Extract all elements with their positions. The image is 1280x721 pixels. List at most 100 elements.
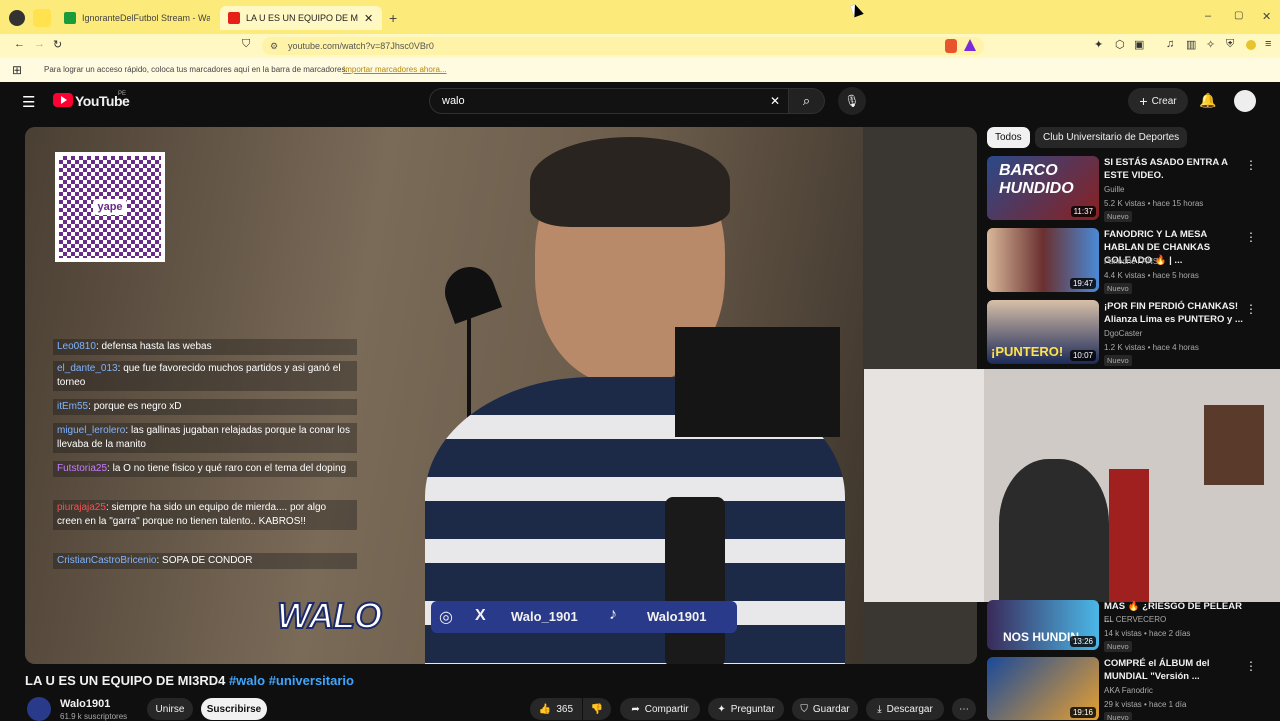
browser-menu-icon[interactable] — [9, 10, 25, 26]
wall — [864, 369, 984, 602]
url-field[interactable]: ⚙ youtube.com/watch?v=87Jhsc0VBr0 — [262, 37, 984, 55]
ask-label: Preguntar — [730, 703, 775, 715]
minimize-icon[interactable]: – — [1205, 10, 1211, 22]
recommended-video[interactable]: 19:47 FANODRIC Y LA MESA HABLAN DE CHANK… — [987, 228, 1280, 294]
search-button[interactable]: ⌕ — [789, 88, 825, 114]
search-icon: ⌕ — [802, 93, 811, 108]
thumbnail-text: ¡PUNTERO! — [991, 344, 1064, 359]
wallet-icon[interactable] — [1246, 40, 1256, 50]
new-badge: Nuevo — [1104, 355, 1132, 366]
ai-icon[interactable]: ✧ — [1206, 38, 1215, 51]
notifications-bell-icon[interactable]: 🔔 — [1199, 92, 1216, 109]
qr-label: yape — [93, 199, 127, 215]
music-icon[interactable]: ♫ — [1166, 38, 1174, 50]
youtube-header: ☰ YouTube PE walo ✕ ⌕ 🎙 + Crear 🔔 — [0, 82, 1280, 122]
extension-puzzle-icon[interactable]: ✦ — [1094, 38, 1103, 51]
chat-text: defensa hasta las webas — [101, 341, 212, 352]
tab-favicon-icon — [64, 12, 76, 24]
channel-name[interactable]: Fanodric FANS — [1104, 257, 1158, 266]
bookmarks-hint: Para lograr un acceso rápido, coloca tus… — [44, 65, 348, 74]
site-info-icon[interactable]: ⚙ — [270, 37, 278, 55]
share-button[interactable]: ➦ Compartir — [620, 698, 700, 720]
video-title[interactable]: ¡POR FIN PERDIÓ CHANKAS! Alianza Lima es… — [1104, 300, 1244, 326]
extensions-icon[interactable]: ⬡ — [1115, 38, 1125, 51]
kebab-menu-icon[interactable]: ⋮ — [1245, 158, 1257, 172]
ask-button[interactable]: ✦ Preguntar — [708, 698, 784, 720]
new-tab-icon[interactable]: + — [389, 10, 397, 26]
save-button[interactable]: ⛉ Guardar — [792, 698, 858, 720]
chip-label: Todos — [995, 132, 1022, 143]
like-button[interactable]: 👍 365 — [530, 698, 582, 720]
import-bookmarks-link[interactable]: Importar marcadores ahora... — [343, 65, 447, 74]
new-badge: Nuevo — [1104, 712, 1132, 720]
channel-name[interactable]: Walo1901 — [60, 698, 110, 710]
video-thumbnail[interactable]: BARCO HUNDIDO 11:37 — [987, 156, 1099, 220]
bookmarks-bar: ⊞ Para lograr un acceso rápido, coloca t… — [0, 58, 1280, 82]
search-input[interactable]: walo ✕ — [429, 88, 789, 114]
address-bar-row: ← → ↻ ⛉ ⚙ youtube.com/watch?v=87Jhsc0VBr… — [0, 34, 1280, 58]
channel-name[interactable]: AKA Fanodric — [1104, 686, 1153, 695]
back-icon[interactable]: ← — [14, 38, 25, 50]
video-meta: 4.4 K vistas • hace 5 horas — [1104, 271, 1199, 280]
chat-message: piurajaja25: siempre ha sido un equipo d… — [53, 500, 357, 530]
maximize-icon[interactable]: ▢ — [1234, 10, 1243, 21]
clear-search-icon[interactable]: ✕ — [770, 94, 780, 108]
microphone — [665, 497, 725, 664]
recommended-video[interactable]: BARCO HUNDIDO 11:37 SI ESTÁS ASADO ENTRA… — [987, 156, 1280, 222]
close-window-icon[interactable]: ✕ — [1262, 10, 1271, 23]
apps-grid-icon[interactable]: ⊞ — [12, 63, 22, 77]
screenshot-icon[interactable]: ▣ — [1134, 38, 1144, 51]
video-thumbnail[interactable]: NOS HUNDIN 13:26 — [987, 600, 1099, 650]
kebab-menu-icon[interactable]: ⋮ — [1245, 659, 1257, 673]
hamburger-menu-icon[interactable]: ☰ — [22, 93, 35, 111]
video-thumbnail[interactable]: ¡PUNTERO! 10:07 — [987, 300, 1099, 364]
sidebar-icon[interactable]: ▥ — [1186, 38, 1196, 51]
vpn-icon[interactable]: ⛨ — [1226, 38, 1234, 51]
video-duration: 13:26 — [1069, 636, 1096, 647]
dislike-button[interactable]: 👎 — [583, 698, 611, 720]
video-thumbnail[interactable]: 19:16 — [987, 657, 1099, 720]
video-title[interactable]: SI ESTÁS ASADO ENTRA A ESTE VIDEO. — [1104, 156, 1244, 182]
reload-icon[interactable]: ↻ — [53, 38, 62, 51]
create-button[interactable]: + Crear — [1128, 88, 1188, 114]
subscribe-button[interactable]: Suscribirse — [201, 698, 267, 720]
tab-youtube-active[interactable]: LA U ES UN EQUIPO DE MI3RD4 ✕ — [220, 6, 382, 30]
channel-name[interactable]: EL CERVECERO — [1104, 615, 1166, 624]
chip-club[interactable]: Club Universitario de Deportes — [1035, 127, 1188, 148]
extension-icon[interactable] — [33, 9, 51, 27]
video-duration: 11:37 — [1070, 206, 1096, 217]
kebab-menu-icon[interactable]: ⋮ — [1245, 230, 1257, 244]
channel-name[interactable]: DgoCaster — [1104, 329, 1142, 338]
chip-todos[interactable]: Todos — [987, 127, 1030, 148]
youtube-logo-icon[interactable] — [53, 93, 73, 107]
video-player[interactable]: yape Leo0810: defensa hasta las webas el… — [25, 127, 977, 664]
tab-close-icon[interactable]: ✕ — [364, 12, 373, 25]
forward-icon[interactable]: → — [34, 38, 45, 50]
video-meta: 1.2 K vistas • hace 4 horas — [1104, 343, 1199, 352]
video-title[interactable]: COMPRÉ el ÁLBUM del MUNDIAL "Versión ... — [1104, 657, 1244, 683]
brave-rewards-icon[interactable] — [964, 39, 976, 51]
menu-icon[interactable]: ≡ — [1265, 38, 1271, 50]
bookmark-icon[interactable]: ⛉ — [242, 38, 250, 51]
tab-ignorante[interactable]: IgnoranteDelFutbol Stream - Watch I — [56, 6, 218, 30]
brave-shield-icon[interactable] — [945, 39, 957, 53]
hashtag-link[interactable]: #walo — [229, 673, 265, 688]
join-button[interactable]: Unirse — [147, 698, 193, 720]
thumbnail-text: NOS HUNDIN — [1003, 630, 1080, 644]
download-icon: ⤓ — [877, 703, 882, 715]
video-duration: 19:16 — [1069, 707, 1096, 718]
voice-search-icon[interactable]: 🎙 — [838, 87, 866, 115]
channel-name[interactable]: Guille — [1104, 185, 1124, 194]
kebab-menu-icon[interactable]: ⋮ — [1245, 302, 1257, 316]
video-thumbnail[interactable]: 19:47 — [987, 228, 1099, 292]
more-actions-button[interactable]: ⋯ — [952, 698, 976, 720]
youtube-favicon-icon — [228, 12, 240, 24]
recommended-video[interactable]: 19:16 COMPRÉ el ÁLBUM del MUNDIAL "Versi… — [987, 657, 1280, 720]
chat-message: miguel_lerolero: las gallinas jugaban re… — [53, 423, 357, 453]
recommended-video[interactable]: NOS HUNDIN 13:26 MAS 🔥 ¿RIESGO DE PELEAR… — [987, 600, 1280, 654]
channel-avatar[interactable] — [27, 697, 51, 721]
hashtag-link[interactable]: #universitario — [269, 673, 354, 688]
avatar[interactable] — [1234, 90, 1256, 112]
recommended-video[interactable]: ¡PUNTERO! 10:07 ¡POR FIN PERDIÓ CHANKAS!… — [987, 300, 1280, 366]
download-button[interactable]: ⤓ Descargar — [866, 698, 944, 720]
